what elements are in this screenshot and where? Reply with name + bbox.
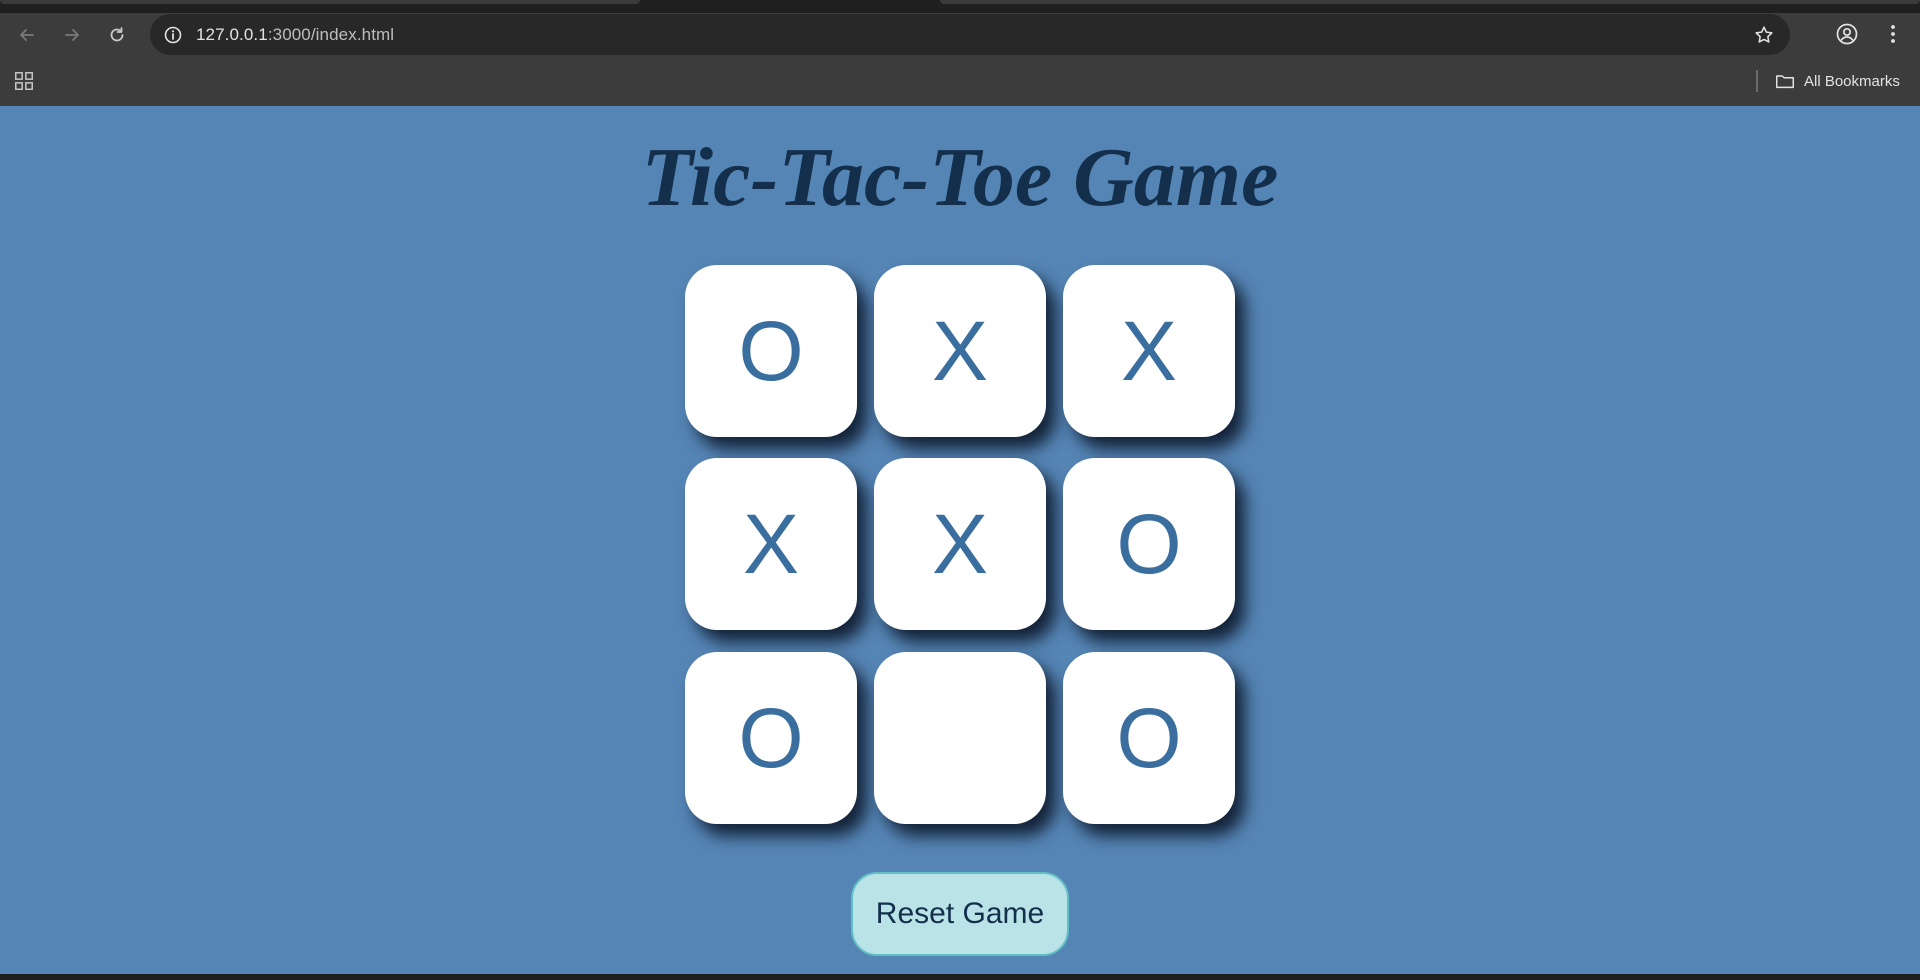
forward-button[interactable] (58, 21, 86, 49)
kebab-menu-icon (1891, 25, 1895, 43)
reset-game-button[interactable]: Reset Game (851, 872, 1069, 956)
info-icon (164, 26, 182, 44)
back-arrow-icon (20, 29, 34, 41)
board-cell-5[interactable]: X (874, 458, 1046, 630)
bookmarks-divider (1756, 70, 1758, 92)
all-bookmarks-button[interactable]: All Bookmarks (1774, 67, 1900, 95)
board-cell-8[interactable] (874, 652, 1046, 824)
apps-button[interactable] (12, 69, 36, 93)
board-cell-6[interactable]: O (1063, 458, 1235, 630)
board-cell-4[interactable]: X (685, 458, 857, 630)
game-board: O X X X X O O O (685, 265, 1235, 824)
bookmark-star-button[interactable] (1752, 23, 1776, 47)
board-cell-1[interactable]: O (685, 265, 857, 437)
browser-toolbar: 127.0.0.1:3000/index.html (0, 13, 1920, 56)
site-info-button[interactable] (162, 24, 184, 46)
board-cell-9[interactable]: O (1063, 652, 1235, 824)
profile-icon (1836, 23, 1858, 45)
page-viewport: Tic-Tac-Toe Game O X X X X O O O Reset G… (0, 106, 1920, 974)
apps-grid-icon (15, 72, 33, 90)
back-button[interactable] (13, 21, 41, 49)
forward-arrow-icon (65, 29, 79, 41)
reload-button[interactable] (103, 21, 131, 49)
page-title: Tic-Tac-Toe Game (641, 131, 1279, 224)
board-cell-2[interactable]: X (874, 265, 1046, 437)
tab-edge-right[interactable] (940, 0, 1920, 4)
all-bookmarks-label: All Bookmarks (1804, 72, 1900, 90)
url-path: :3000/index.html (267, 25, 395, 44)
profile-button[interactable] (1832, 19, 1862, 49)
tab-edge-left[interactable] (0, 0, 640, 4)
address-bar[interactable]: 127.0.0.1:3000/index.html (150, 14, 1790, 55)
folder-icon (1776, 75, 1794, 89)
window-bottom-edge (0, 974, 1920, 980)
board-cell-7[interactable]: O (685, 652, 857, 824)
url-text[interactable]: 127.0.0.1:3000/index.html (196, 25, 394, 45)
board-cell-3[interactable]: X (1063, 265, 1235, 437)
bookmarks-bar: All Bookmarks (0, 56, 1920, 106)
browser-menu-button[interactable] (1878, 19, 1908, 49)
star-icon (1755, 26, 1773, 43)
reload-icon (110, 27, 124, 42)
browser-window: 127.0.0.1:3000/index.html All Bookmarks … (0, 0, 1920, 980)
tab-strip (0, 0, 1920, 13)
url-host: 127.0.0.1 (196, 25, 268, 44)
